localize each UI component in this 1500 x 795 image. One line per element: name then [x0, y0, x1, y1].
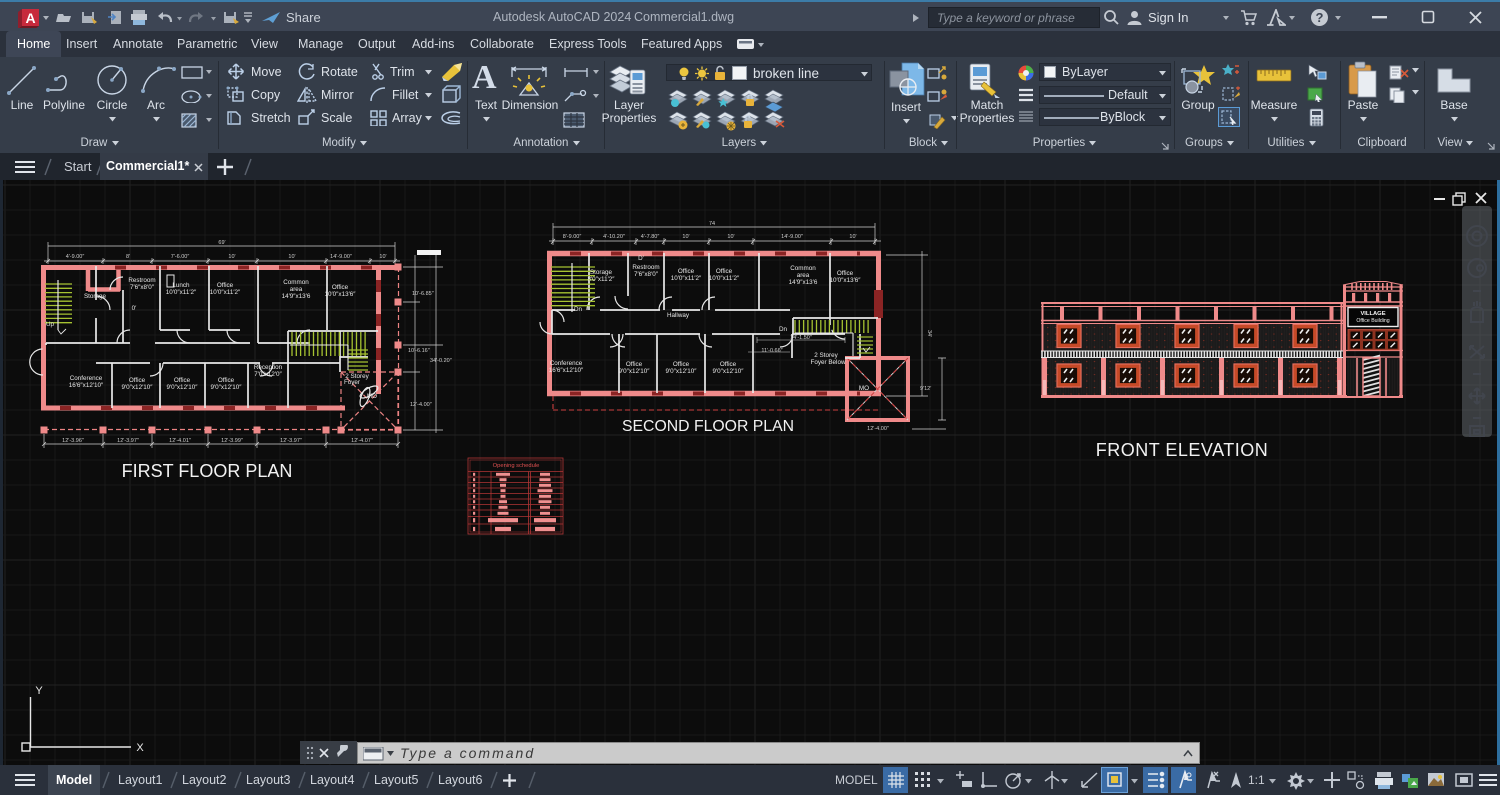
- svg-text:area: area: [290, 286, 303, 293]
- svg-text:FRONT ELEVATION: FRONT ELEVATION: [1096, 440, 1269, 460]
- svg-text:SECOND FLOOR PLAN: SECOND FLOOR PLAN: [622, 418, 794, 435]
- svg-text:Office: Office: [129, 377, 146, 384]
- svg-text:16′6″x12′10″: 16′6″x12′10″: [69, 382, 104, 389]
- svg-text:14′9″x13′6: 14′9″x13′6: [789, 279, 818, 286]
- svg-text:Storage: Storage: [84, 293, 107, 300]
- svg-text:7′6″x8′0″: 7′6″x8′0″: [634, 271, 659, 278]
- svg-text:9′0″x12′10″: 9′0″x12′10″: [167, 384, 199, 391]
- svg-text:7′0″x12′0″: 7′0″x12′0″: [254, 371, 282, 378]
- svg-text:Storage: Storage: [590, 269, 613, 276]
- svg-text:Opening schedule: Opening schedule: [493, 463, 540, 469]
- svg-text:12'-4.01″: 12'-4.01″: [169, 438, 191, 444]
- svg-text:10': 10': [379, 254, 386, 260]
- svg-text:12'-3.97″: 12'-3.97″: [280, 438, 302, 444]
- svg-text:Office Building: Office Building: [1356, 318, 1389, 324]
- svg-text:Restroom: Restroom: [128, 277, 155, 284]
- svg-text:11′-0.66″: 11′-0.66″: [761, 348, 782, 354]
- svg-text:14'-9.00″: 14'-9.00″: [330, 254, 352, 260]
- svg-text:10': 10': [727, 234, 734, 240]
- svg-text:A: A: [25, 10, 35, 26]
- svg-text:D′: D′: [638, 255, 645, 262]
- svg-text:8′0″x11′2″: 8′0″x11′2″: [587, 276, 615, 283]
- svg-text:10′0″x11′2″: 10′0″x11′2″: [210, 289, 241, 296]
- svg-text:Conference: Conference: [550, 360, 583, 367]
- svg-text:Office: Office: [332, 284, 349, 291]
- svg-text:9′0″x12′10″: 9′0″x12′10″: [211, 384, 243, 391]
- svg-text:10'-6.16″: 10'-6.16″: [408, 348, 430, 354]
- svg-text:area: area: [797, 272, 810, 279]
- svg-text:Lunch: Lunch: [172, 282, 190, 289]
- svg-text:Restroom: Restroom: [632, 264, 659, 271]
- svg-text:9′0″x12′10″: 9′0″x12′10″: [122, 384, 154, 391]
- svg-text:MO: MO: [859, 385, 869, 392]
- svg-text:10': 10': [849, 234, 856, 240]
- svg-text:69′: 69′: [218, 240, 225, 246]
- svg-text:Office: Office: [716, 268, 733, 275]
- svg-text:4'-10.20″: 4'-10.20″: [603, 234, 625, 240]
- svg-text:9′12′: 9′12′: [920, 386, 931, 392]
- svg-text:X: X: [136, 742, 144, 754]
- svg-text:9′0″x12′10″: 9′0″x12′10″: [713, 368, 745, 375]
- svg-text:16′6″x12′10″: 16′6″x12′10″: [549, 367, 584, 374]
- svg-text:10′0″x13′6″: 10′0″x13′6″: [830, 277, 862, 284]
- svg-text:10': 10': [228, 254, 235, 260]
- svg-text:10′0″x11′2″: 10′0″x11′2″: [709, 275, 740, 282]
- svg-text:12'-3.96″: 12'-3.96″: [62, 438, 84, 444]
- svg-text:Office: Office: [174, 377, 191, 384]
- svg-text:Foyer: Foyer: [344, 379, 360, 386]
- svg-text:Reception: Reception: [254, 364, 283, 371]
- svg-text:2 Storey: 2 Storey: [814, 352, 838, 359]
- svg-text:14'-9.00″: 14'-9.00″: [781, 234, 803, 240]
- svg-text:14′-1.50″: 14′-1.50″: [790, 335, 812, 341]
- svg-text:Office: Office: [217, 282, 234, 289]
- svg-text:Office: Office: [678, 268, 695, 275]
- svg-text:12'-4.00″: 12'-4.00″: [867, 426, 889, 432]
- svg-text:10': 10': [682, 234, 689, 240]
- svg-text:Up: Up: [46, 321, 55, 328]
- svg-text:7′6″x8′0″: 7′6″x8′0″: [130, 284, 155, 291]
- svg-text:Office: Office: [218, 377, 235, 384]
- svg-text:10′0″x11′2″: 10′0″x11′2″: [166, 289, 197, 296]
- svg-text:?: ?: [1316, 10, 1324, 25]
- svg-text:Common: Common: [283, 279, 309, 286]
- svg-text:Common: Common: [790, 265, 816, 272]
- svg-text:Dn: Dn: [574, 306, 583, 313]
- svg-text:Office: Office: [837, 270, 854, 277]
- svg-text:Office: Office: [626, 361, 643, 368]
- svg-text:Conference: Conference: [70, 375, 103, 382]
- svg-text:12'-3.99″: 12'-3.99″: [221, 438, 243, 444]
- svg-text:0′: 0′: [132, 305, 138, 312]
- svg-text:74: 74: [709, 221, 715, 227]
- svg-text:Hallway: Hallway: [667, 312, 690, 319]
- svg-text:10'-6.85″: 10'-6.85″: [412, 291, 434, 297]
- svg-text:Foyer Below: Foyer Below: [811, 359, 846, 366]
- svg-text:8'-9.00″: 8'-9.00″: [563, 234, 582, 240]
- svg-text:34'-0.20″: 34'-0.20″: [430, 358, 452, 364]
- svg-text:14′9″x13′6: 14′9″x13′6: [282, 293, 311, 300]
- svg-text:VILLAGE: VILLAGE: [1360, 311, 1385, 317]
- svg-text:8': 8': [126, 254, 130, 260]
- svg-text:10': 10': [288, 254, 295, 260]
- svg-text:10′0″x11′2″: 10′0″x11′2″: [671, 275, 702, 282]
- svg-text:Office: Office: [673, 361, 690, 368]
- svg-text:MO: MO: [367, 393, 377, 400]
- svg-text:12'-4.07″: 12'-4.07″: [351, 438, 373, 444]
- svg-text:Office: Office: [720, 361, 737, 368]
- svg-text:10′0″x13′6″: 10′0″x13′6″: [325, 291, 357, 298]
- svg-text:4'-7.80″: 4'-7.80″: [641, 234, 660, 240]
- svg-text:12'-3.97″: 12'-3.97″: [117, 438, 139, 444]
- svg-text:Dn: Dn: [779, 326, 788, 333]
- svg-text:12'-4.00″: 12'-4.00″: [410, 402, 432, 408]
- svg-text:FIRST FLOOR PLAN: FIRST FLOOR PLAN: [122, 461, 293, 481]
- svg-text:Y: Y: [35, 685, 43, 697]
- svg-text:7'-6.00″: 7'-6.00″: [171, 254, 190, 260]
- svg-text:34′: 34′: [926, 330, 932, 337]
- svg-text:4'-9.00″: 4'-9.00″: [66, 254, 85, 260]
- svg-text:9′0″x12′10″: 9′0″x12′10″: [666, 368, 698, 375]
- svg-text:9′0″x12′10″: 9′0″x12′10″: [619, 368, 651, 375]
